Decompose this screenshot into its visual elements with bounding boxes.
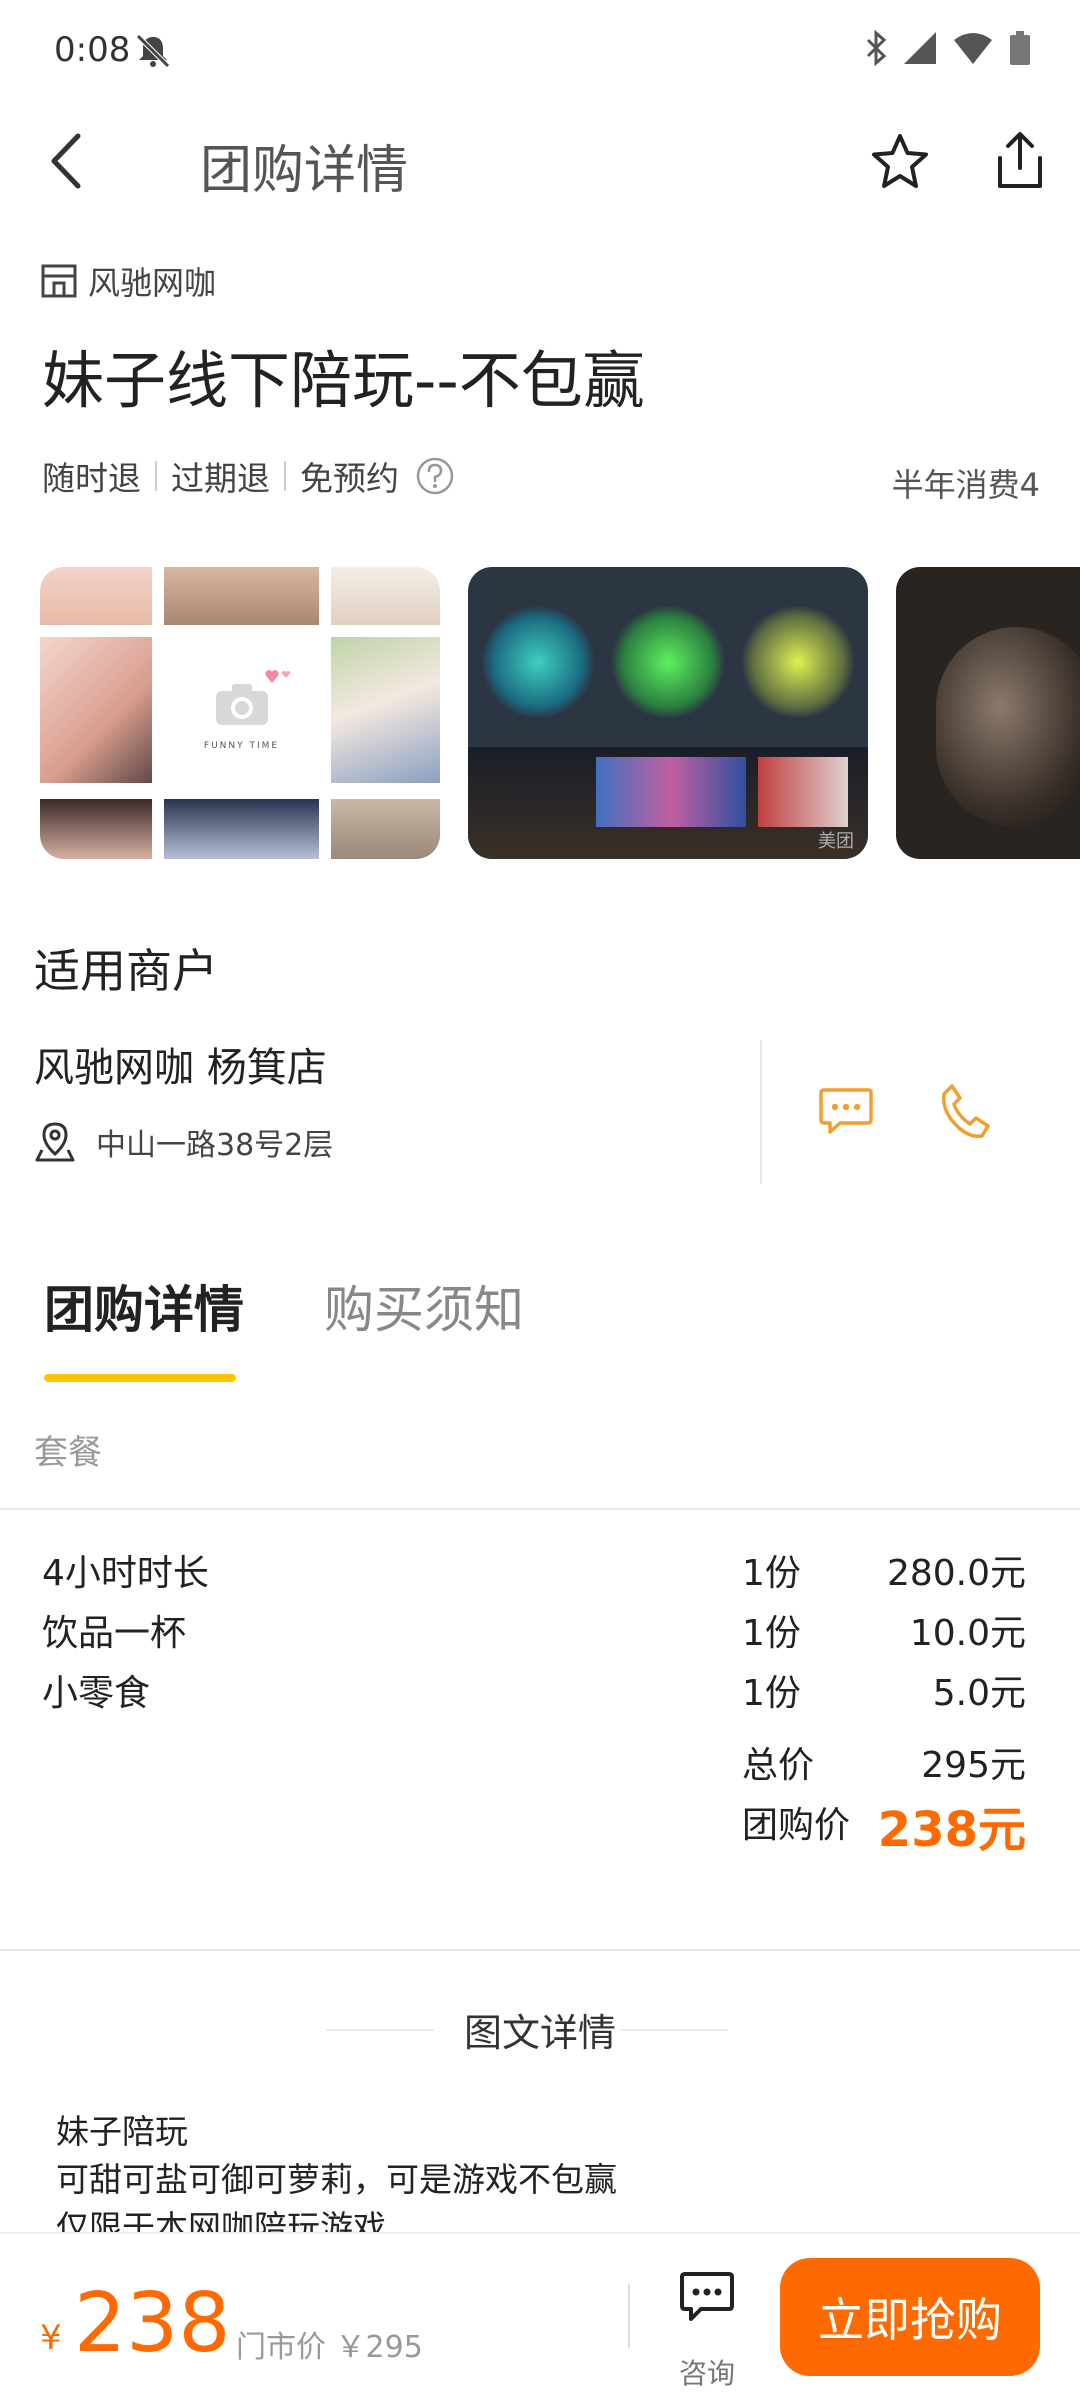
buy-now-button[interactable]: 立即抢购 (780, 2258, 1040, 2376)
deal-policies: 随时退 过期退 免预约 (42, 452, 455, 500)
back-arrow-icon[interactable] (40, 126, 100, 196)
collage-photo (40, 799, 152, 859)
tab-purchase-notes[interactable]: 购买须知 (324, 1270, 524, 1342)
item-name: 小零食 (42, 1673, 151, 1714)
deal-title: 妹子线下陪玩--不包赢 (42, 344, 645, 417)
item-price: 280.0元 (886, 1553, 1026, 1594)
favorite-star-icon[interactable] (868, 130, 932, 194)
collage-photo (331, 567, 440, 625)
status-time: 0:08 (54, 30, 131, 70)
item-quantity: 1份 (742, 1613, 801, 1654)
package-item-row: 4小时时长 1份 280.0元 (0, 1544, 1080, 1604)
heading-line-right (620, 2029, 728, 2031)
item-name: 饮品一杯 (42, 1613, 187, 1654)
chat-bubble-icon[interactable] (818, 1082, 874, 1138)
detail-tabs: 团购详情 购买须知 (0, 1270, 1080, 1390)
merchant-divider (760, 1040, 762, 1184)
collage-photo (331, 799, 440, 859)
total-price-value: 295元 (921, 1745, 1026, 1786)
hearts-icon (265, 670, 291, 683)
cellular-signal-icon (904, 32, 936, 64)
page-title: 团购详情 (200, 141, 409, 201)
chair-highlight (936, 627, 1080, 827)
description-line: 可甜可盐可御可萝莉，可是游戏不包赢 (56, 2160, 617, 2199)
policy-refund-anytime: 随时退 (42, 459, 141, 498)
policy-refund-expired: 过期退 (171, 459, 270, 498)
game-screen (596, 757, 746, 827)
bottom-price: 238 (74, 2276, 231, 2371)
consult-label: 咨询 (678, 2357, 735, 2390)
currency-symbol: ¥ (40, 2318, 62, 2358)
merchant-name[interactable]: 风驰网咖 杨箕店 (34, 1035, 327, 1093)
gallery-image-collage[interactable]: FUNNY TIME (40, 567, 440, 859)
image-gallery[interactable]: FUNNY TIME 美团 (40, 567, 1080, 859)
chat-bubble-icon (680, 2272, 734, 2321)
divider (284, 461, 286, 491)
divider (0, 1949, 1080, 1951)
tab-deal-details[interactable]: 团购详情 (44, 1270, 244, 1342)
merchant-address-text: 中山一路38号2层 (96, 1128, 334, 1163)
game-screen (758, 757, 848, 827)
package-item-row: 小零食 1份 5.0元 (0, 1664, 1080, 1724)
merchant-section-title: 适用商户 (34, 944, 218, 998)
status-bar: 0:08 (0, 0, 1080, 100)
collage-center-panel: FUNNY TIME (164, 637, 319, 783)
detail-heading: 图文详情 (0, 2002, 1080, 2057)
collage-caption: FUNNY TIME (203, 741, 280, 751)
battery-icon (1010, 31, 1030, 65)
consult-button[interactable]: 咨询 (676, 2268, 738, 2390)
gallery-image-gaming-chair[interactable] (896, 567, 1080, 859)
share-icon[interactable] (988, 128, 1052, 194)
active-tab-indicator (44, 1374, 236, 1382)
item-quantity: 1份 (742, 1673, 801, 1714)
gallery-image-gaming-room[interactable]: 美团 (468, 567, 868, 859)
phone-icon[interactable] (938, 1082, 992, 1140)
wifi-icon (954, 33, 992, 64)
neon-light (478, 607, 598, 717)
neon-light (738, 607, 858, 717)
total-price-label: 总价 (742, 1745, 815, 1786)
help-question-icon[interactable] (415, 456, 455, 496)
bottom-purchase-bar: ¥ 238 门市价 ￥295 咨询 立即抢购 (0, 2232, 1080, 2400)
nav-bar: 团购详情 (0, 110, 1080, 210)
policy-no-reservation: 免预约 (300, 459, 399, 498)
package-label: 套餐 (34, 1433, 102, 1473)
description-line: 妹子陪玩 (56, 2112, 188, 2151)
divider (0, 1508, 1080, 1510)
shop-tag[interactable]: 风驰网咖 (40, 258, 216, 304)
divider (628, 2284, 630, 2348)
heading-line-left (326, 2029, 434, 2031)
deal-price-value: 238元 (877, 1802, 1026, 1858)
store-icon (41, 264, 77, 298)
collage-photo (40, 637, 152, 783)
merchant-address[interactable]: 中山一路38号2层 (34, 1120, 333, 1164)
item-name: 4小时时长 (42, 1553, 209, 1594)
collage-photo (40, 567, 152, 625)
neon-light (608, 607, 728, 717)
detail-description: 妹子陪玩 可甜可盐可御可萝莉，可是游戏不包赢 仅限于本网咖陪玩游戏 (56, 2108, 617, 2252)
camera-icon (216, 684, 268, 725)
system-icons (864, 30, 1032, 66)
item-price: 5.0元 (932, 1673, 1026, 1714)
detail-heading-text: 图文详情 (463, 2011, 616, 2055)
market-price: 门市价 ￥295 (236, 2330, 423, 2365)
shop-tag-label: 风驰网咖 (88, 264, 217, 302)
collage-photo (164, 567, 319, 625)
item-quantity: 1份 (742, 1553, 801, 1594)
item-price: 10.0元 (909, 1613, 1026, 1654)
deal-price-label: 团购价 (742, 1805, 851, 1846)
mute-notifications-icon (136, 34, 170, 68)
divider (155, 461, 157, 491)
collage-photo (164, 799, 319, 859)
collage-photo (331, 637, 440, 783)
sales-count: 半年消费4 (891, 466, 1040, 504)
image-watermark: 美团 (818, 831, 854, 852)
package-item-row: 饮品一杯 1份 10.0元 (0, 1604, 1080, 1664)
location-pin-icon (35, 1122, 75, 1162)
bluetooth-icon (866, 30, 887, 66)
